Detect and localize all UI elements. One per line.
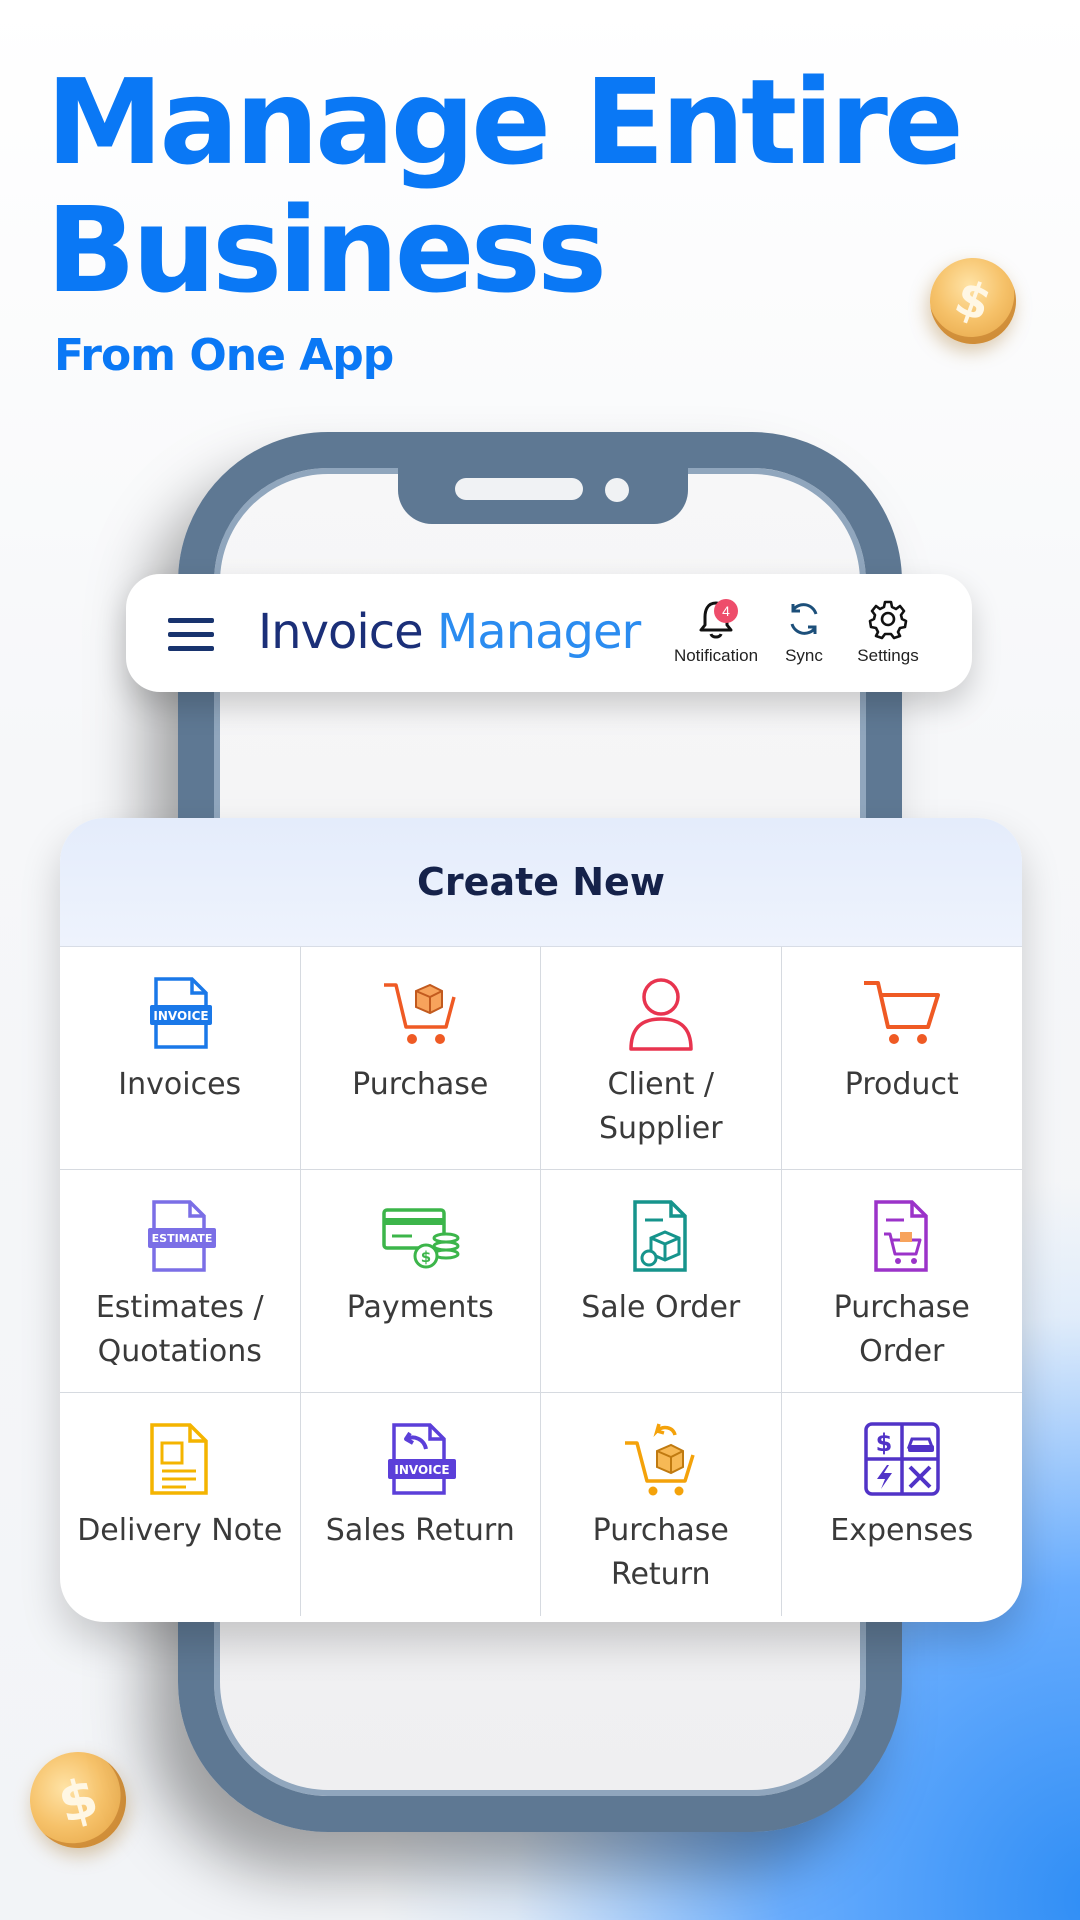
tile-label: Client / Supplier — [598, 1067, 723, 1146]
purchase-order-icon — [874, 1200, 928, 1272]
create-delivery-note-tile[interactable]: Delivery Note — [60, 1393, 301, 1616]
tile-label: Purchase Return — [592, 1513, 729, 1592]
app-bar: Invoice Manager 4 Notification Sync Sett… — [126, 574, 972, 692]
expenses-icon: $ — [864, 1422, 940, 1496]
tile-label: Purchase Order — [833, 1290, 970, 1369]
create-purchase-tile[interactable]: Purchase — [300, 947, 541, 1170]
create-new-grid: INVOICE Invoices Purchase Client / Suppl… — [60, 947, 1022, 1616]
create-client-supplier-tile[interactable]: Client / Supplier — [541, 947, 782, 1170]
notification-badge: 4 — [714, 599, 738, 623]
sync-icon — [790, 603, 818, 635]
settings-button[interactable]: Settings — [850, 598, 926, 666]
estimate-icon: ESTIMATE — [147, 1200, 216, 1272]
tile-label: Sales Return — [325, 1513, 515, 1548]
purchase-cart-icon — [384, 983, 456, 1044]
tile-label: Expenses — [830, 1513, 974, 1548]
svg-text:INVOICE: INVOICE — [395, 1463, 450, 1477]
create-new-title: Create New — [417, 860, 665, 904]
create-new-header: Create New — [60, 818, 1022, 947]
tile-label: Invoices — [118, 1067, 242, 1102]
phone-speaker — [455, 478, 583, 500]
sales-return-icon: INVOICE — [388, 1423, 457, 1495]
svg-text:$: $ — [421, 1248, 431, 1266]
subheadline: From One App — [54, 330, 394, 381]
create-invoice-tile[interactable]: INVOICE Invoices — [60, 947, 301, 1170]
create-new-panel: Create New INVOICE Invoices Purchase Cli… — [60, 818, 1022, 1622]
purchase-return-icon — [624, 1423, 695, 1496]
tile-label: Purchase — [352, 1067, 489, 1102]
tile-label: Payments — [346, 1290, 494, 1325]
notification-button[interactable]: 4 Notification — [664, 598, 768, 666]
headline: Manage Entire Business — [46, 58, 964, 314]
svg-text:ESTIMATE: ESTIMATE — [151, 1232, 212, 1245]
headline-line-2: Business — [46, 181, 607, 319]
tile-label: Product — [844, 1067, 959, 1102]
app-title-part-1: Invoice — [258, 604, 424, 660]
svg-text:INVOICE: INVOICE — [153, 1009, 208, 1023]
delivery-note-icon — [150, 1423, 208, 1495]
tile-label: Estimates / Quotations — [95, 1290, 264, 1369]
hamburger-menu-icon[interactable] — [168, 618, 214, 652]
gear-icon — [868, 600, 908, 640]
create-sales-return-tile[interactable]: INVOICE Sales Return — [301, 1393, 541, 1616]
tile-label: Delivery Note — [77, 1513, 283, 1548]
tile-label: Sale Order — [581, 1290, 741, 1325]
create-sale-order-tile[interactable]: Sale Order — [541, 1170, 782, 1393]
notification-label: Notification — [673, 646, 759, 665]
cart-icon — [863, 981, 940, 1044]
settings-label: Settings — [857, 646, 919, 665]
create-expenses-tile[interactable]: $ Expenses — [782, 1393, 1023, 1616]
create-estimate-tile[interactable]: ESTIMATE Estimates / Quotations — [60, 1170, 301, 1393]
invoice-icon: INVOICE — [149, 977, 212, 1049]
dollar-coin-icon: $ — [19, 1741, 137, 1859]
sync-label: Sync — [785, 646, 823, 665]
app-title-part-2: Manager — [436, 604, 641, 660]
phone-camera — [605, 478, 629, 502]
sync-button[interactable]: Sync — [764, 598, 844, 666]
app-title: Invoice Manager — [258, 604, 641, 660]
sale-order-icon — [633, 1200, 687, 1272]
create-product-tile[interactable]: Product — [781, 947, 1022, 1170]
payments-icon: $ — [382, 1208, 460, 1269]
create-purchase-order-tile[interactable]: Purchase Order — [781, 1170, 1022, 1393]
create-purchase-return-tile[interactable]: Purchase Return — [541, 1393, 782, 1616]
create-payment-tile[interactable]: $ Payments — [300, 1170, 541, 1393]
svg-text:$: $ — [875, 1429, 892, 1457]
user-icon — [629, 978, 693, 1051]
headline-line-1: Manage Entire — [46, 53, 964, 191]
